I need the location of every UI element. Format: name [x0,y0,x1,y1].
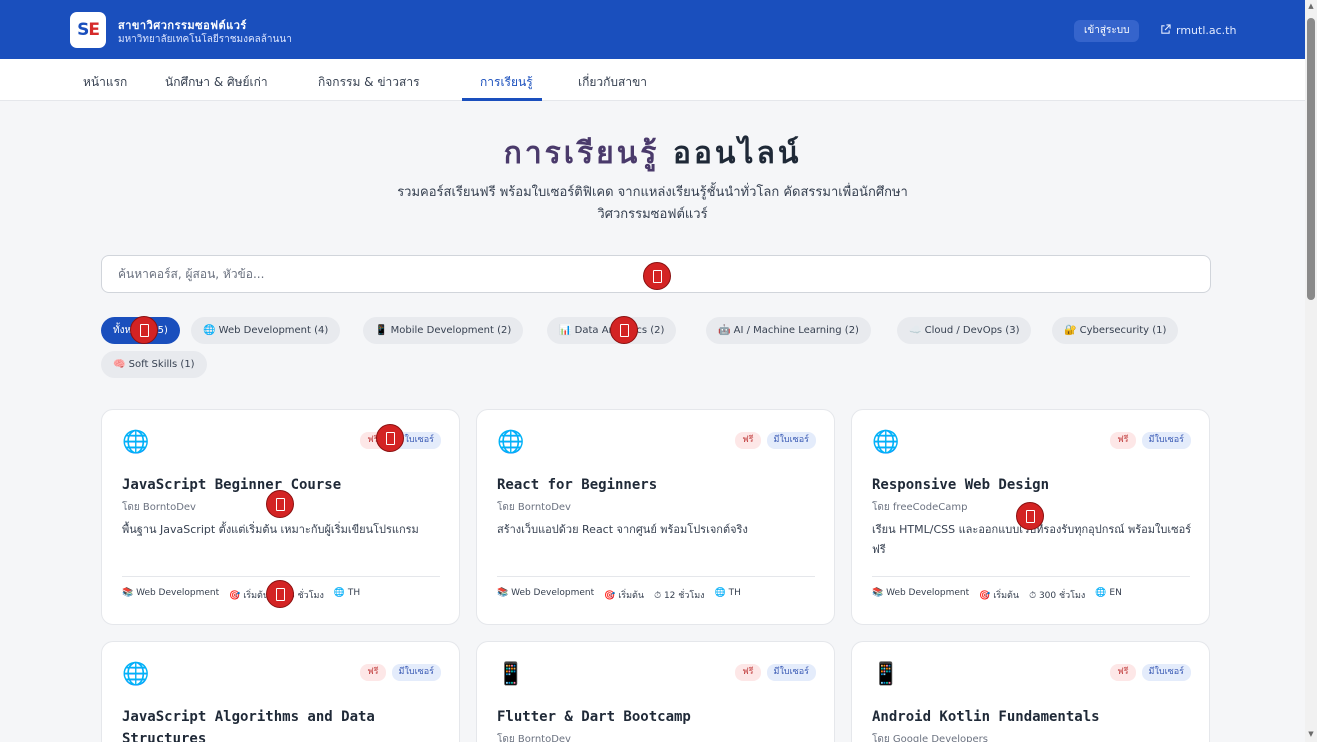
nav-item-home[interactable]: หน้าแรก [83,73,127,92]
free-badge: ฟรี [1110,664,1136,681]
overlay-marker [376,424,404,452]
lock-icon: 🔐 [1064,325,1077,336]
free-badge: ฟรี [735,432,761,449]
overlay-marker [610,316,638,344]
page-description-line1: รวมคอร์สเรียนฟรี พร้อมใบเซอร์ติฟิเคด จาก… [397,185,908,200]
nav-item-about[interactable]: เกี่ยวกับสาขา [578,73,647,92]
filter-cloud-devops[interactable]: ☁️ Cloud / DevOps (3) [897,317,1032,344]
filter-mobile-development[interactable]: 📱 Mobile Development (2) [363,317,524,344]
course-language: 🌐 TH [333,588,361,598]
course-level: 🎯 เริ่มต้น [979,591,1020,601]
certificate-badge: มีใบเซอร์ [1141,664,1191,681]
overlay-marker [1016,502,1044,530]
login-button[interactable]: เข้าสู่ระบบ [1074,20,1140,42]
brain-icon: 🧠 [113,359,126,370]
rmutl-link-label: rmutl.ac.th [1176,24,1237,37]
external-link-icon [1161,24,1171,34]
page-scrollbar[interactable]: ▲ ▼ [1305,0,1317,742]
page-title-part2: ออนไลน์ [672,136,802,171]
nav-item-learning[interactable]: การเรียนรู้ [480,73,533,92]
card-divider [122,576,440,577]
main-nav: หน้าแรก นักศึกษา & ศิษย์เก่า กิจกรรม & ข… [0,59,1305,101]
filter-label: Cybersecurity (1) [1079,325,1167,336]
course-card[interactable]: 📱 ฟรี มีใบเซอร์ Android Kotlin Fundamenta… [851,641,1210,742]
course-language: 🌐 TH [714,588,741,598]
course-author: โดย BorntoDev [497,734,571,742]
certificate-badge: มีใบเซอร์ [1141,432,1191,449]
overlay-marker [643,262,671,290]
course-title: React for Beginners [497,477,658,493]
page-description-line2: วิศวกรรมซอฟต์แวร์ [597,207,708,222]
nav-active-indicator [462,98,542,101]
filter-label: Soft Skills (1) [128,359,195,370]
globe-icon: 🌐 [203,325,216,336]
filter-label: Cloud / DevOps (3) [924,325,1020,336]
course-duration: ⏱ 300 ชั่วโมง [1029,591,1086,601]
globe-icon: 🌐 [122,662,150,687]
nav-item-activities[interactable]: กิจกรรม & ข่าวสาร [318,73,420,92]
course-category: 📚 Web Development [122,588,220,598]
course-category: 📚 Web Development [497,588,595,598]
scrollbar-thumb[interactable] [1307,18,1315,300]
overlay-marker [266,490,294,518]
phone-icon: 📱 [375,325,388,336]
phone-icon: 📱 [497,662,525,687]
course-author: โดย freeCodeCamp [872,502,968,513]
filter-ai-ml[interactable]: 🤖 AI / Machine Learning (2) [706,317,871,344]
filter-label: Mobile Development (2) [390,325,512,336]
card-divider [497,576,815,577]
course-card[interactable]: 🌐 ฟรี มีใบเซอร์ React for Beginners โดย B… [476,409,835,625]
course-title: JavaScript Algorithms and Data Structure… [122,709,375,742]
free-badge: ฟรี [360,664,386,681]
filter-label: Web Development (4) [218,325,329,336]
certificate-badge: มีใบเซอร์ [766,432,816,449]
filter-label: AI / Machine Learning (2) [733,325,859,336]
site-logo[interactable]: SE [70,12,106,48]
course-author: โดย BorntoDev [122,502,196,513]
cloud-icon: ☁️ [909,325,922,336]
page-title-part1: การเรียนรู้ [503,136,660,171]
top-header: SE สาขาวิศวกรรมซอฟต์แวร์ มหาวิทยาลัยเทคโ… [0,0,1305,59]
course-card[interactable]: 🌐 ฟรี มีใบเซอร์ JavaScript Algorithms and… [101,641,460,742]
course-level: 🎯 เริ่มต้น [229,591,270,601]
free-badge: ฟรี [735,664,761,681]
course-duration: ⏱ 12 ชั่วโมง [654,591,705,601]
page-title: การเรียนรู้ ออนไลน์ [0,130,1305,177]
globe-icon: 🌐 [872,430,900,455]
robot-icon: 🤖 [718,325,731,336]
nav-item-students[interactable]: นักศึกษา & ศิษย์เก่า [165,73,268,92]
certificate-badge: มีใบเซอร์ [766,664,816,681]
course-category: 📚 Web Development [872,588,970,598]
course-description: พื้นฐาน JavaScript ตั้งแต่เริ่มต้น เหมาะ… [122,523,419,536]
bar-chart-icon: 📊 [559,325,572,336]
filter-cybersecurity[interactable]: 🔐 Cybersecurity (1) [1052,317,1179,344]
globe-icon: 🌐 [497,430,525,455]
course-author: โดย BorntoDev [497,502,571,513]
page-description: รวมคอร์สเรียนฟรี พร้อมใบเซอร์ติฟิเคด จาก… [330,182,975,226]
course-level: 🎯 เริ่มต้น [604,591,645,601]
course-title: Responsive Web Design [872,477,1050,493]
course-language: 🌐 EN [1095,588,1122,598]
course-title: Flutter & Dart Bootcamp [497,709,691,725]
filter-web-development[interactable]: 🌐 Web Development (4) [191,317,341,344]
scroll-down-arrow-icon[interactable]: ▼ [1305,730,1317,738]
card-divider [872,576,1190,577]
globe-icon: 🌐 [122,430,150,455]
course-title: Android Kotlin Fundamentals [872,709,1100,725]
logo-letter-e: E [88,20,100,40]
free-badge: ฟรี [1110,432,1136,449]
overlay-marker [266,580,294,608]
brand-subtitle: มหาวิทยาลัยเทคโนโลยีราชมงคลล้านนา [118,34,292,45]
overlay-marker [130,316,158,344]
course-card[interactable]: 📱 ฟรี มีใบเซอร์ Flutter & Dart Bootcamp โ… [476,641,835,742]
course-author: โดย Google Developers [872,734,988,742]
certificate-badge: มีใบเซอร์ [391,664,441,681]
scroll-up-arrow-icon[interactable]: ▲ [1305,2,1317,10]
filter-soft-skills[interactable]: 🧠 Soft Skills (1) [101,351,207,378]
course-description: สร้างเว็บแอปด้วย React จากศูนย์ พร้อมโปร… [497,523,748,536]
phone-icon: 📱 [872,662,900,687]
rmutl-link[interactable]: rmutl.ac.th [1160,24,1236,37]
logo-letter-s: S [77,20,89,40]
